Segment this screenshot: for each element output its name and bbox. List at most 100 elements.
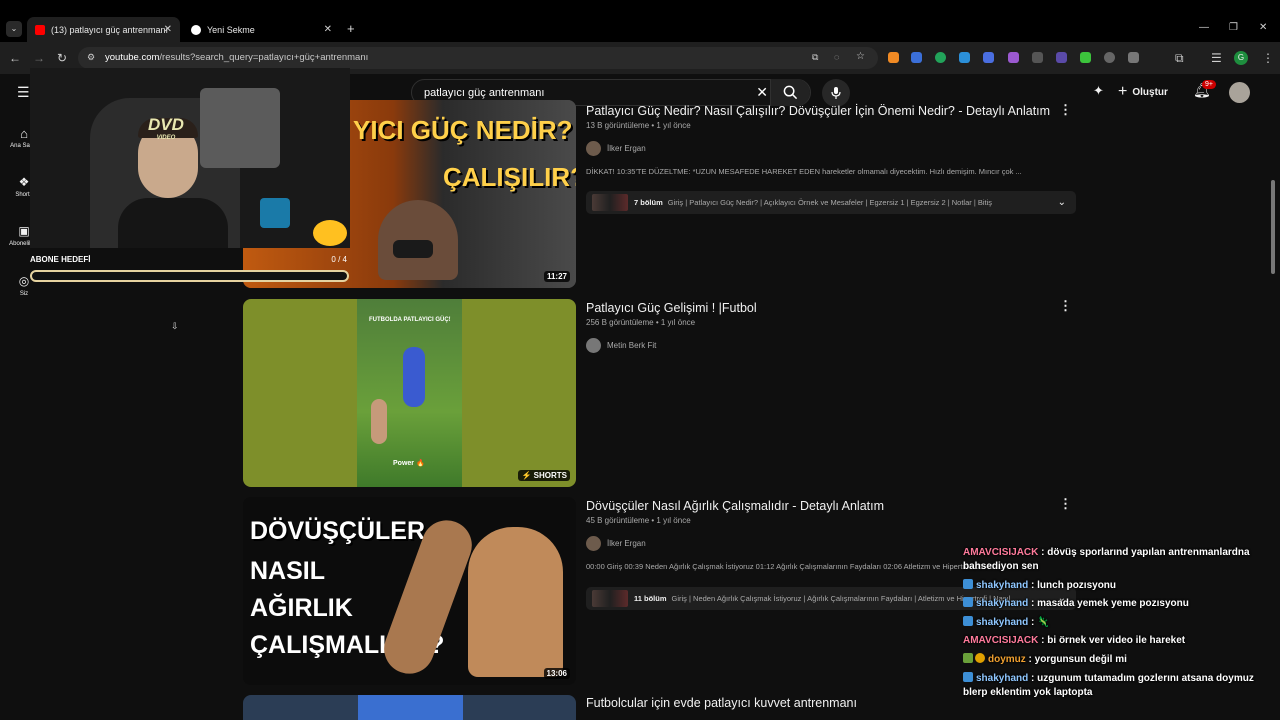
video-meta: 13 B görüntüleme • 1 yıl önce [586, 121, 691, 130]
chat-badge-icon [963, 671, 973, 682]
address-bar[interactable]: ⚙ youtube.com/results?search_query=patla… [78, 47, 878, 69]
more-actions-icon[interactable]: ⋮ [1059, 102, 1072, 118]
dumbbell [393, 240, 433, 258]
video-title[interactable]: Patlayıcı Güç Nedir? Nasıl Çalışılır? Dö… [586, 104, 1050, 118]
channel-avatar [586, 338, 601, 353]
notification-count-badge: 9+ [1202, 80, 1216, 89]
plus-icon: + [1118, 83, 1128, 100]
chat-badge-icon [963, 652, 973, 663]
chrome-menu-icon[interactable]: ⋮ [1262, 51, 1274, 65]
minimize-icon[interactable]: — [1199, 22, 1209, 33]
goal-label: ABONE HEDEFİ [30, 255, 91, 264]
bookmark-star-icon[interactable]: ☆ [856, 51, 865, 62]
extension-icon[interactable] [1056, 52, 1067, 63]
goal-progress-bar [30, 270, 349, 282]
sidebar-item-label: Siz [19, 291, 29, 297]
channel-link[interactable]: İlker Ergan [586, 141, 646, 156]
chapters-expander[interactable]: 7 bölüm Giriş | Patlayıcı Güç Nedir? | A… [586, 191, 1076, 214]
chat-text: : bi örnek ver video ile hareket [1038, 635, 1186, 647]
video-thumbnail[interactable]: FUTBOLDA PATLAYICI GÜÇ! Power 🔥 ⚡ SHORTS [243, 299, 576, 487]
close-window-icon[interactable]: ✕ [1259, 22, 1267, 33]
chat-username: shakyhand [976, 672, 1029, 684]
site-info-icon[interactable]: ⚙ [87, 52, 95, 63]
create-sparkle-icon[interactable]: ✦ [1093, 83, 1104, 99]
hamburger-menu-icon[interactable]: ☰ [17, 84, 30, 101]
eye-off-icon[interactable]: ◌ [834, 52, 839, 62]
extension-icon[interactable] [1080, 52, 1091, 63]
chat-username: shakyhand [976, 579, 1029, 591]
close-tab-icon[interactable]: ✕ [164, 24, 172, 35]
search-icon [783, 85, 798, 100]
back-icon[interactable]: ← [9, 51, 21, 65]
child-figure [371, 399, 387, 444]
video-duration: 13:06 [543, 668, 570, 679]
chat-text: : 🦎 [1028, 616, 1050, 628]
video-title[interactable]: Dövüşçüler Nasıl Ağırlık Çalışmalıdır - … [586, 499, 884, 513]
chapters-count: 7 bölüm [634, 198, 663, 207]
chat-message: doymuz : yorgunsun değil mi [963, 652, 1263, 667]
streamer-shirt [118, 198, 228, 248]
account-avatar[interactable] [1229, 82, 1250, 103]
extensions-puzzle-icon[interactable]: ⧉ [1175, 51, 1184, 66]
notifications-button[interactable]: 🔔︎ 9+ [1193, 80, 1216, 99]
player-figure [403, 347, 425, 407]
install-app-icon[interactable]: ⧉ [812, 52, 818, 63]
clear-search-icon[interactable]: ✕ [756, 84, 768, 101]
create-button[interactable]: + Oluştur [1118, 83, 1168, 101]
video-title[interactable]: Futbolcular için evde patlayıcı kuvvet a… [586, 696, 857, 710]
fighter-figure [468, 527, 563, 677]
extension-icon[interactable] [1008, 52, 1019, 63]
extension-icon[interactable] [888, 52, 899, 63]
search-button[interactable] [770, 79, 810, 106]
channel-link[interactable]: Metin Berk Fit [586, 338, 656, 353]
chrome-favicon-icon [191, 24, 201, 35]
reload-icon[interactable]: ↻ [57, 51, 67, 65]
chat-badge-icon [963, 578, 973, 589]
thumbnail-caption: ÇALIŞILIR? [443, 162, 576, 192]
shorts-icon: ❖ [18, 175, 30, 189]
video-thumbnail[interactable] [243, 695, 576, 720]
chat-username: doymuz [988, 653, 1026, 665]
forward-icon[interactable]: → [33, 51, 45, 65]
reading-list-icon[interactable]: ☰ [1211, 51, 1222, 65]
extension-icon[interactable] [1104, 52, 1115, 63]
page-scrollbar[interactable] [1271, 180, 1275, 274]
close-tab-icon[interactable]: ✕ [324, 24, 332, 35]
tab-search-button[interactable]: ⌄ [6, 21, 22, 37]
more-actions-icon[interactable]: ⋮ [1059, 298, 1072, 314]
video-title[interactable]: Patlayıcı Güç Gelişimi ! |Futbol [586, 301, 757, 315]
chat-badge-icon [963, 615, 973, 626]
dvd-logo-subtext: VIDEO [156, 135, 176, 141]
stream-chat-overlay: AMAVCISIJACK : dövüş sporlarınd yapılan … [963, 546, 1263, 704]
extension-icon[interactable] [935, 52, 946, 63]
chat-text: : yorgunsun değil mi [1025, 653, 1127, 665]
new-tab-button[interactable]: + [347, 21, 355, 36]
url-text: youtube.com/results?search_query=patlayı… [105, 52, 369, 63]
chat-message: shakyhand : masada yemek yeme pozısyonu [963, 597, 1263, 611]
chapter-thumbnails [592, 194, 628, 211]
mouse-cursor-icon: ⇩ [171, 321, 179, 331]
chat-text: : lunch pozısyonu [1028, 579, 1117, 591]
profile-avatar[interactable]: G [1234, 51, 1248, 65]
voice-search-button[interactable] [822, 79, 850, 107]
extension-icon[interactable] [1032, 52, 1043, 63]
extension-icon[interactable] [959, 52, 970, 63]
extension-icon[interactable] [1128, 52, 1139, 63]
wall-art [200, 88, 280, 168]
video-duration: 11:27 [543, 271, 570, 282]
chat-badge-icon [975, 652, 985, 663]
chevron-down-icon: ⌄ [1057, 197, 1066, 208]
extension-icon[interactable] [911, 52, 922, 63]
extension-icon[interactable] [983, 52, 994, 63]
thumbnail-art [358, 695, 463, 720]
tab-youtube[interactable]: (13) patlayıcı güç antrenmanı ✕ [27, 17, 180, 42]
tab-new-tab[interactable]: Yeni Sekme ✕ [183, 17, 340, 42]
tab-title: Yeni Sekme [207, 24, 255, 35]
subscriptions-icon: ▣ [18, 224, 30, 238]
chat-username: AMAVCISIJACK [963, 547, 1039, 558]
restore-icon[interactable]: ❐ [1229, 22, 1238, 33]
video-thumbnail[interactable]: DÖVÜŞÇÜLER NASIL AĞIRLIK ÇALIŞMALIDIR? 1… [243, 497, 576, 685]
channel-avatar [586, 536, 601, 551]
more-actions-icon[interactable]: ⋮ [1059, 496, 1072, 512]
channel-link[interactable]: İlker Ergan [586, 536, 646, 551]
